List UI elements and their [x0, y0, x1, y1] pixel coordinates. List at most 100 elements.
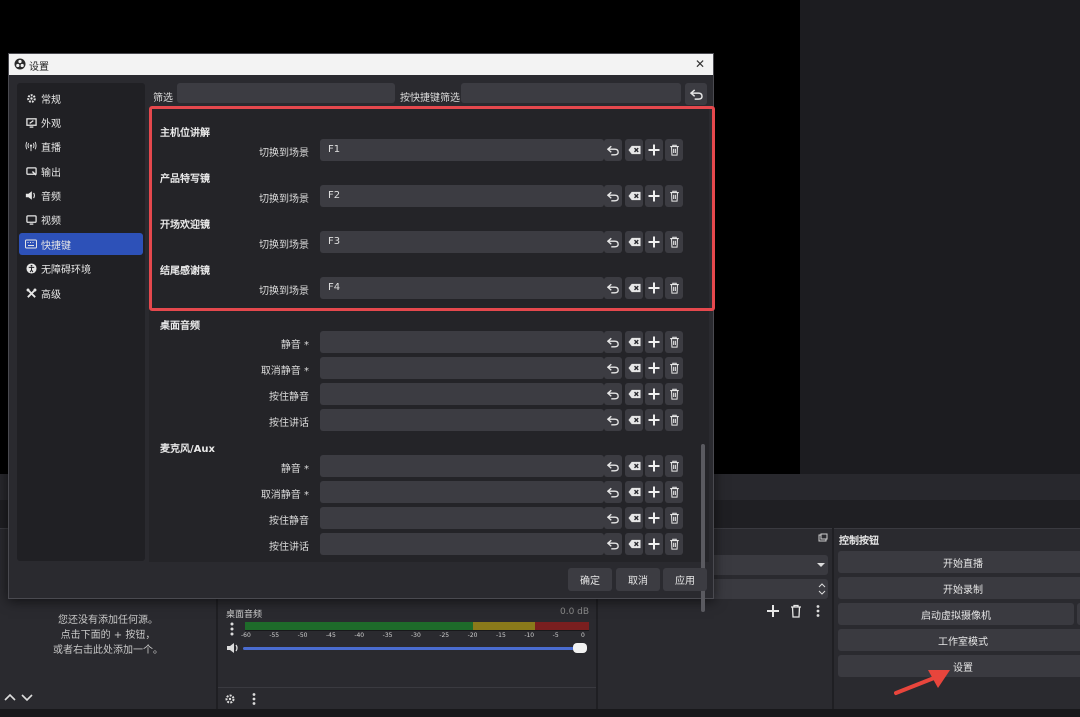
sidebar-item-label: 高级 [41, 289, 61, 301]
sidebar-item-advanced[interactable]: 高级 [19, 282, 143, 304]
hotkey-row-label: 静音 * [280, 340, 309, 351]
revert-icon[interactable] [604, 455, 622, 477]
sidebar-item-output[interactable]: 输出 [19, 160, 143, 182]
apply-button[interactable]: 应用 [663, 568, 707, 591]
ok-button[interactable]: 确定 [568, 568, 612, 591]
chevron-up-icon[interactable] [3, 691, 17, 703]
hotkey-field[interactable] [320, 455, 604, 477]
add-icon[interactable] [645, 383, 663, 405]
sidebar-item-general[interactable]: 常规 [19, 87, 143, 109]
chevron-down-icon[interactable] [20, 691, 34, 703]
add-icon[interactable] [766, 604, 780, 618]
revert-icon[interactable] [604, 507, 622, 529]
add-icon[interactable] [645, 507, 663, 529]
add-icon[interactable] [645, 331, 663, 353]
clear-icon[interactable] [625, 481, 643, 503]
trash-icon[interactable] [665, 331, 683, 353]
sidebar-item-appearance[interactable]: 外观 [19, 111, 143, 133]
sidebar-item-label: 常规 [41, 94, 61, 106]
revert-icon[interactable] [604, 331, 622, 353]
trash-icon[interactable] [665, 455, 683, 477]
mixer-channel-name: 桌面音频 [226, 610, 263, 620]
hotkey-field[interactable] [320, 409, 604, 431]
revert-icon[interactable] [604, 481, 622, 503]
clear-icon[interactable] [625, 533, 643, 555]
sidebar-item-stream[interactable]: 直播 [19, 135, 143, 157]
gear-icon [25, 92, 37, 104]
hotkey-filter-input[interactable] [461, 83, 681, 103]
close-icon[interactable]: ✕ [695, 57, 705, 71]
hotkey-field[interactable] [320, 481, 604, 503]
settings-sidebar: 常规 外观 直播 输出 音频 视频 快捷键 无障碍环境 高级 [17, 83, 145, 561]
meter-tick-label: -20 [467, 632, 478, 639]
hotkey-field[interactable] [320, 533, 604, 555]
trash-icon[interactable] [665, 481, 683, 503]
annotation-highlight-box [149, 106, 715, 311]
start-recording-button[interactable]: 开始录制 [838, 577, 1080, 599]
start-streaming-button[interactable]: 开始直播 [838, 551, 1080, 573]
meter-tick-label: -45 [326, 632, 336, 639]
meter-tick-label: -10 [524, 632, 535, 639]
broadcast-icon [25, 140, 37, 152]
tools-icon [25, 287, 37, 299]
add-icon[interactable] [645, 357, 663, 379]
meter-tick-label: -5 [552, 632, 559, 639]
clear-icon[interactable] [625, 383, 643, 405]
hotkey-filter-label: 按快捷键筛选 [400, 93, 460, 104]
dialog-titlebar: 设置 ✕ [9, 54, 713, 75]
sidebar-item-label: 直播 [41, 142, 61, 154]
hotkey-field[interactable] [320, 357, 604, 379]
meter-yellow-zone [473, 622, 535, 630]
filter-input[interactable] [177, 83, 395, 103]
filter-label: 筛选 [153, 93, 173, 104]
add-icon[interactable] [645, 533, 663, 555]
hotkey-row-label: 静音 * [280, 464, 309, 475]
gear-icon[interactable] [224, 693, 236, 705]
meter-tick-label: -55 [269, 632, 280, 639]
kebab-menu-icon[interactable] [226, 621, 238, 637]
trash-icon[interactable] [665, 533, 683, 555]
trash-icon[interactable] [665, 409, 683, 431]
revert-icon[interactable] [604, 383, 622, 405]
hotkey-row-label: 按住静音 [269, 516, 309, 527]
sidebar-item-accessibility[interactable]: 无障碍环境 [19, 257, 143, 279]
trash-icon[interactable] [665, 507, 683, 529]
meter-tick-label: -50 [297, 632, 308, 639]
volume-slider[interactable] [243, 647, 587, 650]
sidebar-item-video[interactable]: 视频 [19, 208, 143, 230]
kebab-menu-icon[interactable] [814, 604, 822, 618]
revert-icon[interactable] [604, 357, 622, 379]
sidebar-item-hotkeys[interactable]: 快捷键 [19, 233, 143, 255]
undock-icon[interactable] [818, 533, 828, 543]
hotkey-field[interactable] [320, 383, 604, 405]
sidebar-item-label: 音频 [41, 191, 61, 203]
hotkey-row-label: 按住静音 [269, 392, 309, 403]
add-icon[interactable] [645, 455, 663, 477]
trash-icon[interactable] [665, 383, 683, 405]
add-icon[interactable] [645, 481, 663, 503]
trash-icon[interactable] [665, 357, 683, 379]
start-virtual-camera-button[interactable]: 启动虚拟摄像机 [838, 603, 1074, 625]
accessibility-icon [25, 262, 37, 274]
hotkey-field[interactable] [320, 331, 604, 353]
meter-red-zone [535, 622, 589, 630]
studio-mode-button[interactable]: 工作室模式 [838, 629, 1080, 651]
add-icon[interactable] [645, 409, 663, 431]
cancel-button[interactable]: 取消 [616, 568, 660, 591]
trash-icon[interactable] [790, 604, 802, 618]
volume-slider-knob[interactable] [573, 643, 587, 653]
clear-icon[interactable] [625, 331, 643, 353]
settings-button[interactable]: 设置 [838, 655, 1080, 677]
revert-icon[interactable] [604, 533, 622, 555]
clear-icon[interactable] [625, 409, 643, 431]
speaker-icon[interactable] [226, 642, 240, 654]
reset-filter-button[interactable] [685, 83, 707, 105]
clear-icon[interactable] [625, 507, 643, 529]
clear-icon[interactable] [625, 455, 643, 477]
sidebar-item-audio[interactable]: 音频 [19, 184, 143, 206]
clear-icon[interactable] [625, 357, 643, 379]
annotation-arrow [894, 668, 954, 696]
kebab-menu-icon[interactable] [250, 692, 258, 706]
revert-icon[interactable] [604, 409, 622, 431]
hotkey-field[interactable] [320, 507, 604, 529]
